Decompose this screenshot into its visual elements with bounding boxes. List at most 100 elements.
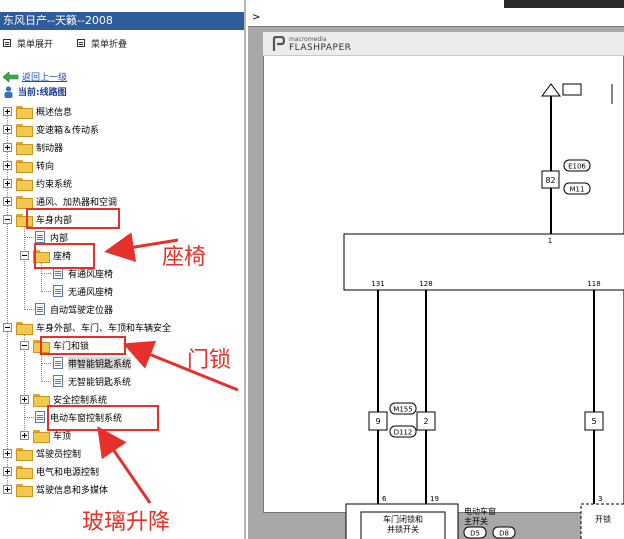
flashpaper-brand-small: macromedia <box>289 36 327 43</box>
document-icon <box>35 411 45 423</box>
schematic-ground-symbol <box>541 83 561 97</box>
tree-item-with-intelligent-key[interactable]: 带智能钥匙系统 <box>53 356 132 370</box>
folder-open-icon <box>16 321 33 335</box>
collapse-toggle-icon[interactable] <box>3 322 12 332</box>
tree-item-label: 内部 <box>50 233 69 244</box>
menu-list-icon <box>77 39 85 47</box>
person-icon <box>4 85 13 98</box>
tree-item-non-ventilated-seats[interactable]: 无通风座椅 <box>53 284 113 298</box>
folder-icon <box>33 429 50 443</box>
connector-tag-label: E106 <box>568 163 586 171</box>
tree-connector <box>41 291 51 292</box>
connector-tag-label: M155 <box>393 406 412 414</box>
tree-item-driver-info-multimedia[interactable]: 驾驶信息和多媒体 <box>3 482 109 497</box>
folder-icon <box>16 177 33 191</box>
tree-title: 东风日产--天籁--2008 <box>3 14 113 27</box>
folder-icon <box>16 483 33 497</box>
tree-item-hvac[interactable]: 通风、加热器和空调 <box>3 194 118 209</box>
tree-item-label: 驾驶信息和多媒体 <box>36 485 109 496</box>
document-icon <box>35 303 45 315</box>
expand-toggle-icon[interactable] <box>3 448 12 458</box>
tree-item-driver-controls[interactable]: 驾驶员控制 <box>3 446 82 461</box>
wiring-schematic: 82 E106 M11 1 131 128 118 9 2 5 M155 D11… <box>343 83 624 539</box>
module-pin-label: 118 <box>587 280 600 288</box>
expand-toggle-icon[interactable] <box>3 484 12 494</box>
tree-item-label: 自动驾驶定位器 <box>50 305 114 316</box>
menu-expand-label: 菜单展开 <box>17 39 54 50</box>
module-pin-label: 131 <box>371 280 384 288</box>
collapse-toggle-icon[interactable] <box>20 250 29 260</box>
menu-expand-button[interactable]: 菜单展开 <box>3 37 54 50</box>
collapse-toggle-icon[interactable] <box>20 340 29 350</box>
current-location: 当前:线路图 <box>3 85 67 98</box>
tree-item-label: 车身外部、车门、车顶和车辆安全 <box>36 323 172 334</box>
bottom-pin-label: 19 <box>430 495 439 503</box>
tree-item-label: 安全控制系统 <box>53 395 108 406</box>
highlight-box-seats <box>34 243 95 269</box>
expand-toggle-icon[interactable] <box>3 466 12 476</box>
highlight-box-doors-locks <box>40 336 126 355</box>
tree-item-label: 概述信息 <box>36 107 73 118</box>
document-top-area: > <box>248 0 624 26</box>
tree-item-security-control[interactable]: 安全控制系统 <box>20 392 108 407</box>
tree-item-label: 通风、加热器和空调 <box>36 197 118 208</box>
tree-connector <box>24 226 25 310</box>
tree-item-brakes[interactable]: 制动器 <box>3 140 64 155</box>
tree-item-label: 无智能钥匙系统 <box>68 377 132 388</box>
back-arrow-icon <box>3 71 19 82</box>
tree-connector <box>41 363 51 364</box>
folder-icon <box>16 105 33 119</box>
highlight-box-body-interior <box>26 208 120 229</box>
tree-item-label: 电气和电源控制 <box>36 467 100 478</box>
flashpaper-logo-icon <box>272 36 285 51</box>
expand-toggle-icon[interactable] <box>3 142 12 152</box>
tree-item-label: 驾驶员控制 <box>36 449 82 460</box>
tree-item-label: 无通风座椅 <box>68 287 114 298</box>
tree-item-overview[interactable]: 概述信息 <box>3 104 73 119</box>
expand-toggle-icon[interactable] <box>3 196 12 206</box>
expand-toggle-icon[interactable] <box>3 124 12 134</box>
expand-toggle-icon[interactable] <box>3 178 12 188</box>
power-window-switch-label: 主开关 <box>464 516 488 526</box>
dark-strip <box>504 0 624 8</box>
back-link[interactable]: 返回上一级 <box>3 70 67 83</box>
folder-icon <box>16 465 33 479</box>
prompt-marker: > <box>252 12 261 23</box>
tree-item-steering[interactable]: 转向 <box>3 158 54 173</box>
tree-item-label: 制动器 <box>36 143 64 154</box>
tree-item-interior[interactable]: 内部 <box>35 230 68 244</box>
module-pin-label: 1 <box>548 237 552 245</box>
tree-item-body-exterior[interactable]: 车身外部、车门、车顶和车辆安全 <box>3 320 172 335</box>
connector-tag-label: M11 <box>570 186 585 194</box>
connector-82-label: 82 <box>545 176 555 185</box>
document-icon <box>53 375 63 387</box>
tree-item-electrical-power[interactable]: 电气和电源控制 <box>3 464 100 479</box>
tree-item-label: 带智能钥匙系统 <box>68 356 132 370</box>
document-pane: > macromedia FLASHPAPER 82 E106 M11 1 13… <box>248 0 624 539</box>
expand-toggle-icon[interactable] <box>20 430 29 440</box>
power-window-switch-label: 电动车窗 <box>464 506 496 516</box>
tree-item-restraints[interactable]: 约束系统 <box>3 176 72 191</box>
tree-item-auto-drive-positioner[interactable]: 自动驾驶定位器 <box>35 302 113 316</box>
document-icon <box>53 285 63 297</box>
tree-item-transmission[interactable]: 变速箱＆传动系 <box>3 122 100 137</box>
connector-tag-label: D5 <box>470 530 480 538</box>
bottom-pin-label: 3 <box>598 495 602 503</box>
schematic-top-box <box>562 83 582 96</box>
folder-icon <box>16 141 33 155</box>
document-icon <box>53 357 63 369</box>
menu-collapse-button[interactable]: 菜单折叠 <box>77 37 128 50</box>
tree-item-label: 变速箱＆传动系 <box>36 125 100 136</box>
tree-connector <box>41 381 51 382</box>
collapse-toggle-icon[interactable] <box>3 214 12 224</box>
annotation-seat: 座椅 <box>162 245 207 270</box>
connector-2-label: 2 <box>423 417 428 426</box>
tree-item-without-intelligent-key[interactable]: 无智能钥匙系统 <box>53 374 131 388</box>
expand-toggle-icon[interactable] <box>3 160 12 170</box>
annotation-door-lock: 门锁 <box>187 348 232 373</box>
tree-connector <box>41 352 42 382</box>
menu-collapse-label: 菜单折叠 <box>91 39 128 50</box>
expand-toggle-icon[interactable] <box>20 394 29 404</box>
expand-toggle-icon[interactable] <box>3 106 12 116</box>
unlock-switch-label: 开锁 <box>595 514 611 524</box>
